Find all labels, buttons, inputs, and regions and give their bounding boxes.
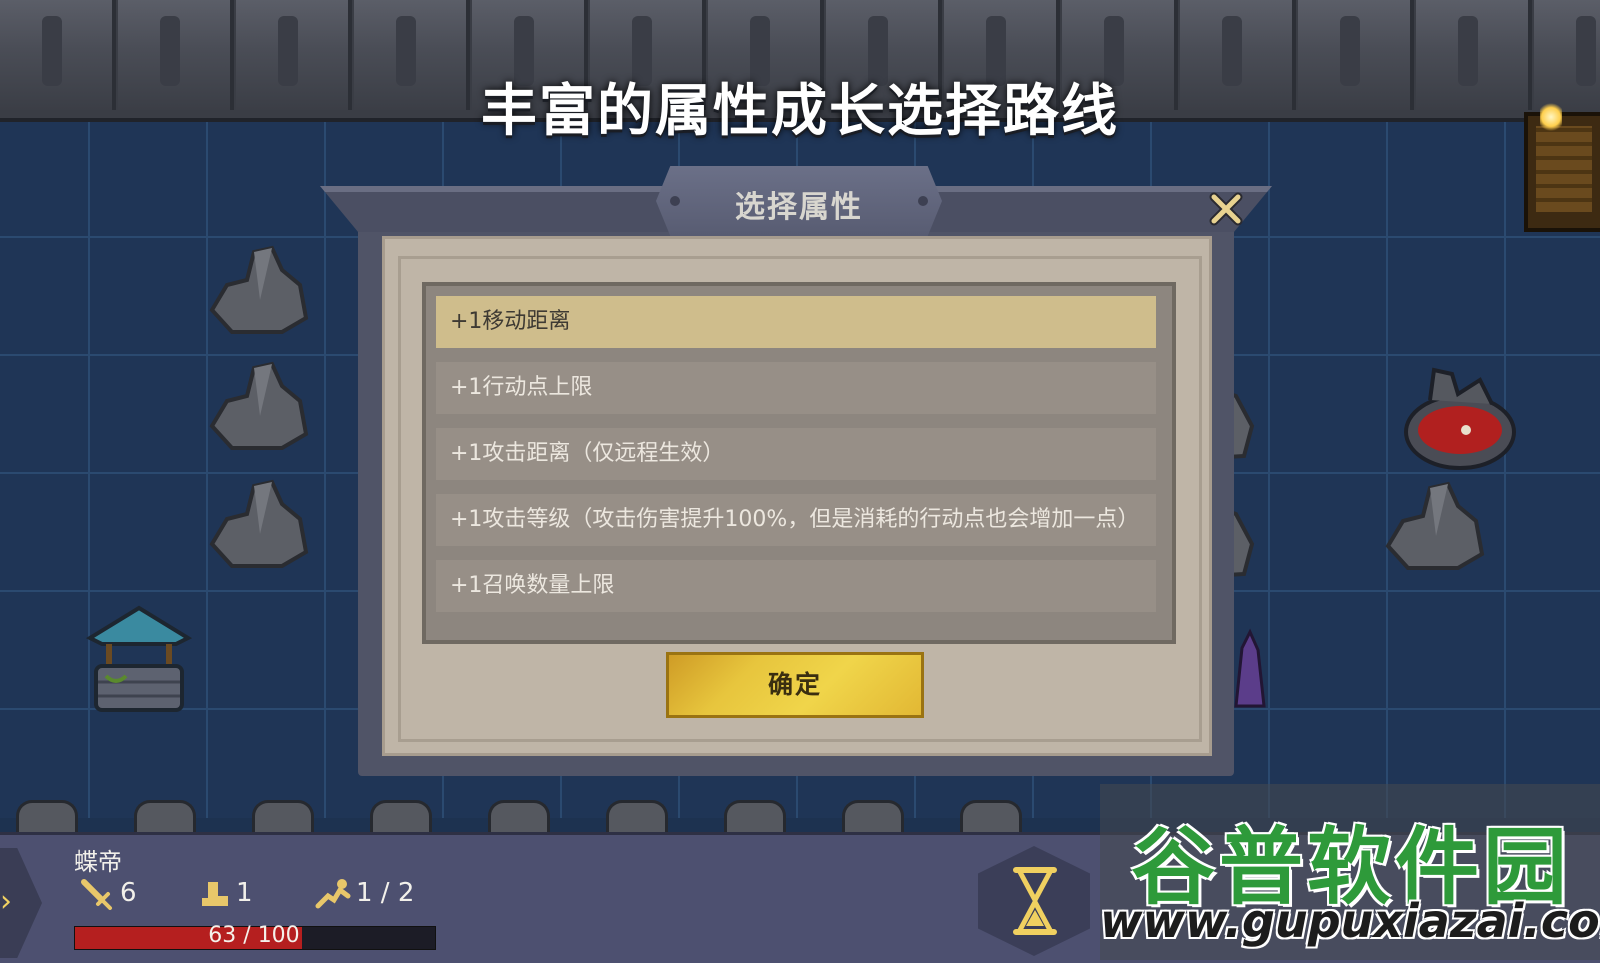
rock-obstacle (209, 245, 309, 334)
confirm-button[interactable]: 确定 (666, 652, 924, 718)
option-summon-limit[interactable]: +1召唤数量上限 (436, 560, 1156, 612)
option-move-range[interactable]: +1移动距离 (436, 296, 1156, 348)
option-action-points[interactable]: +1行动点上限 (436, 362, 1156, 414)
rock-obstacle (209, 479, 309, 568)
action-points-value: 1 / 2 (356, 878, 415, 908)
option-attack-level[interactable]: +1攻击等级（攻击伤害提升100%，但是消耗的行动点也会增加一点） (436, 494, 1156, 546)
chevron-right-icon[interactable]: › (0, 884, 12, 919)
rock-obstacle (209, 361, 309, 450)
character-name: 蝶帝 (74, 848, 122, 876)
option-attack-range[interactable]: +1攻击距离（仅远程生效） (436, 428, 1156, 480)
watermark-url: www.gupuxiazai.com (1100, 894, 1600, 948)
sword-icon (81, 879, 112, 910)
move-value: 1 (236, 878, 253, 908)
running-icon (315, 879, 351, 909)
dialog-title: 选择属性 (735, 190, 863, 225)
well-icon (86, 605, 192, 712)
hp-text: 63 / 100 (208, 923, 300, 948)
boot-icon (202, 882, 228, 906)
hourglass-icon[interactable] (1010, 866, 1060, 936)
close-x-icon[interactable] (1206, 189, 1246, 229)
blood-pool-icon (1404, 367, 1516, 470)
crystal-icon (1234, 628, 1266, 708)
attack-value: 6 (120, 878, 137, 908)
rock-obstacle (1385, 481, 1485, 570)
promo-headline: 丰富的属性成长选择路线 (481, 79, 1119, 144)
